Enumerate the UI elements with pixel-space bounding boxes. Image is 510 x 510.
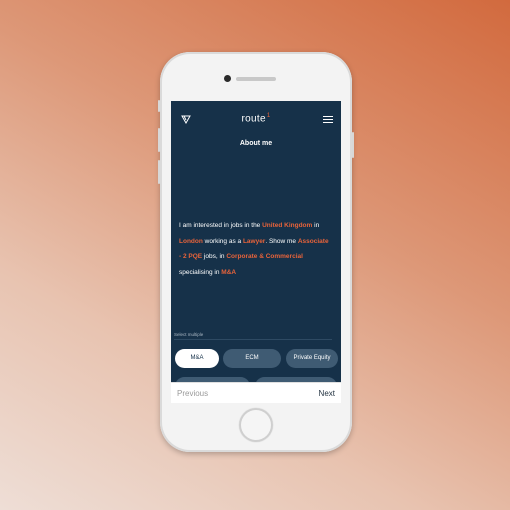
next-button[interactable]: Next (319, 389, 335, 398)
home-button[interactable] (239, 408, 273, 442)
volume-down-button (158, 160, 160, 184)
brand-logo: route1 (171, 113, 341, 124)
divider (174, 339, 332, 340)
sentence-text: in (312, 222, 320, 229)
top-bar: route1 (171, 101, 341, 131)
option-chip[interactable]: M&A (175, 349, 219, 368)
select-multiple-caption: Select multiple (174, 332, 204, 337)
brand-name: route (241, 113, 266, 125)
preferences-sentence: I am interested in jobs in the United Ki… (179, 218, 331, 280)
power-button (352, 132, 354, 158)
sentence-text: I am interested in jobs in the (179, 222, 263, 229)
brand-superscript: 1 (266, 113, 271, 119)
selected-value-link[interactable]: M&A (221, 269, 236, 276)
selected-value-link[interactable]: Corporate & Commercial (226, 253, 303, 260)
volume-up-button (158, 128, 160, 152)
option-chip[interactable]: ECM (223, 349, 281, 368)
front-camera (224, 75, 231, 82)
previous-button[interactable]: Previous (177, 389, 208, 398)
sentence-text: working as a (202, 237, 243, 245)
selected-value-link[interactable]: United Kingdom (262, 222, 312, 229)
app-screen: route1 About me I am interested in jobs … (171, 101, 341, 403)
phone-frame: route1 About me I am interested in jobs … (158, 52, 354, 452)
sentence-text: jobs, in (202, 253, 227, 260)
page-title: About me (239, 140, 273, 147)
selected-value-link[interactable]: London (179, 238, 203, 245)
mute-switch (158, 100, 160, 112)
hamburger-menu-icon[interactable] (323, 116, 333, 123)
sentence-text: specialising in (179, 268, 222, 276)
sentence-text: . Show me (265, 237, 298, 245)
selected-value-link[interactable]: Lawyer (243, 238, 265, 245)
option-chip[interactable]: Private Equity (286, 349, 338, 368)
earpiece (236, 77, 276, 81)
footer-nav: Previous Next (171, 382, 341, 403)
